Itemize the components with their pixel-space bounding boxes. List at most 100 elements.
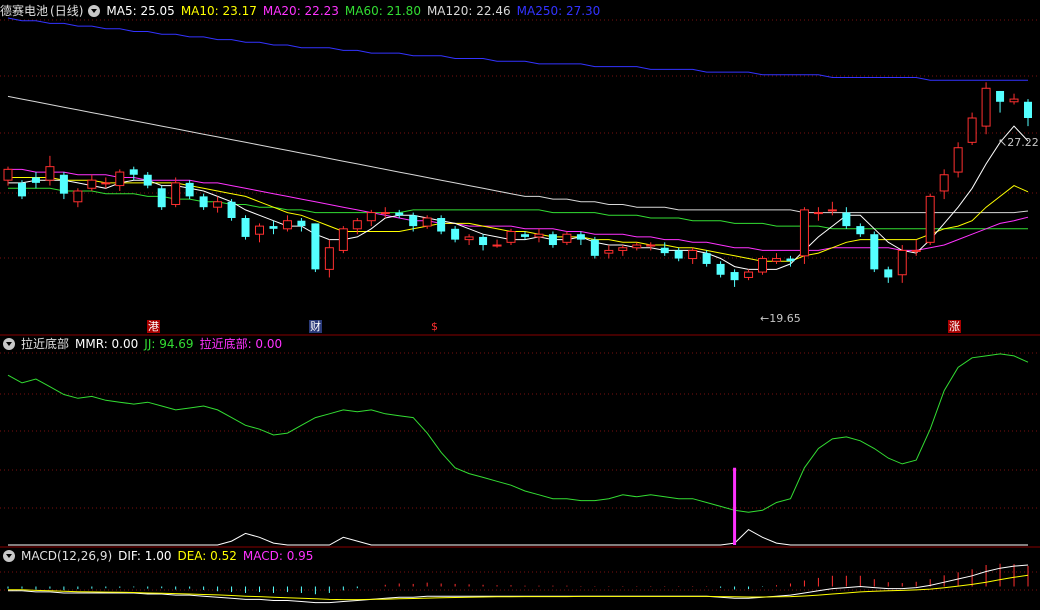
candle-up [799, 209, 809, 257]
candle-down [856, 226, 865, 235]
candle-up [492, 244, 502, 247]
macd-label: MACD: 0.95 [242, 549, 314, 563]
indicator-panel-legend: 拉近底部 MMR: 0.00 JJ: 94.69 拉近底部: 0.00 [0, 336, 288, 352]
candle-up [981, 87, 991, 127]
candle-down [1024, 101, 1032, 118]
candle-up [45, 166, 55, 181]
ma250-label: MA250: 27.30 [516, 4, 601, 18]
candle-down [17, 182, 26, 197]
high-price-label: ↖27.22 [998, 136, 1039, 149]
candle-down [702, 253, 711, 264]
candle-up [255, 225, 265, 235]
candle-down [884, 269, 893, 278]
jj-label: JJ: 94.69 [144, 337, 194, 351]
candle-up [911, 249, 921, 252]
ma20-label: MA20: 22.23 [262, 4, 339, 18]
candle-up [688, 249, 698, 260]
candle-down [157, 188, 166, 208]
candle-up [827, 209, 837, 212]
candle-down [996, 90, 1005, 102]
candle-down [269, 226, 278, 229]
candle-up [115, 171, 125, 187]
candle-up [744, 271, 754, 278]
ma-line-ma250 [7, 17, 1028, 81]
candle-down [59, 174, 68, 194]
candle-down [227, 201, 236, 218]
candle-up [352, 220, 362, 230]
macd-title: MACD(12,26,9) [21, 549, 113, 563]
candle-down [548, 234, 557, 246]
candle-down [199, 196, 208, 208]
jj-line [7, 353, 1029, 513]
candle-down [576, 234, 585, 240]
candle-up [813, 212, 823, 215]
candle-down [451, 228, 460, 240]
candle-up [464, 236, 474, 241]
bottom-signal-label: 拉近底部: 0.00 [199, 337, 283, 351]
candle-up [213, 201, 223, 208]
candle-down [311, 223, 320, 270]
candle-down [241, 218, 250, 237]
candle-up [73, 190, 83, 203]
candle-up [3, 168, 13, 181]
candle-down [674, 250, 683, 259]
candle-up [422, 217, 432, 227]
candle-down [297, 220, 306, 227]
candle-up [618, 247, 628, 251]
candle-down [786, 258, 795, 262]
macd-panel-legend: MACD(12,26,9) DIF: 1.00 DEA: 0.52 MACD: … [0, 548, 319, 564]
candle-up [338, 228, 348, 251]
low-price-label: ←19.65 [760, 312, 801, 325]
candle-down [479, 236, 488, 246]
candle-down [143, 174, 152, 186]
event-marker-finance[interactable]: 财 [309, 320, 322, 333]
dropdown-icon[interactable] [3, 338, 15, 350]
candle-down [129, 169, 138, 175]
candle-up [604, 249, 614, 254]
ma60-label: MA60: 21.80 [344, 4, 421, 18]
candle-down [660, 247, 669, 254]
indicator-title: 拉近底部 [21, 337, 70, 351]
candle-down [590, 239, 599, 256]
dropdown-icon[interactable] [88, 5, 101, 17]
candle-up [897, 249, 907, 276]
dropdown-icon[interactable] [3, 550, 15, 562]
candle-up [324, 247, 334, 270]
main-panel-legend: 德赛电池 (日线) MA5: 25.05 MA10: 23.17 MA20: 2… [0, 3, 606, 19]
candle-up [953, 147, 963, 173]
event-marker-hk[interactable]: 港 [147, 320, 160, 333]
candle-down [437, 218, 446, 232]
candle-down [31, 177, 40, 183]
candle-up [562, 233, 572, 243]
candle-up [771, 258, 781, 262]
candle-up [967, 117, 977, 143]
candle-up [380, 212, 390, 215]
candle-up [87, 179, 97, 189]
candle-down [870, 234, 879, 270]
event-marker-rise[interactable]: 涨 [948, 320, 961, 333]
candle-up [534, 233, 544, 238]
stock-chart[interactable] [0, 0, 1040, 610]
chart-period: (日线) [50, 4, 84, 18]
candle-up [925, 195, 935, 243]
candle-up [632, 244, 642, 249]
candle-up [758, 258, 768, 273]
event-marker-dollar[interactable]: $ [430, 320, 439, 333]
candle-down [730, 272, 739, 281]
mmr-label: MMR: 0.00 [75, 337, 139, 351]
candle-down [842, 212, 851, 227]
candle-down [520, 234, 529, 237]
candle-up [101, 182, 111, 185]
candle-down [409, 215, 418, 227]
mmr-line [8, 528, 1028, 546]
candle-down [395, 212, 404, 216]
candle-up [1009, 98, 1019, 103]
stock-name: 德赛电池 [0, 4, 49, 18]
candle-up [366, 212, 376, 222]
ma10-label: MA10: 23.17 [180, 4, 257, 18]
candle-up [282, 220, 292, 230]
dea-label: DEA: 0.52 [177, 549, 237, 563]
ma5-label: MA5: 25.05 [106, 4, 175, 18]
candle-up [646, 244, 656, 247]
candle-up [506, 231, 516, 243]
